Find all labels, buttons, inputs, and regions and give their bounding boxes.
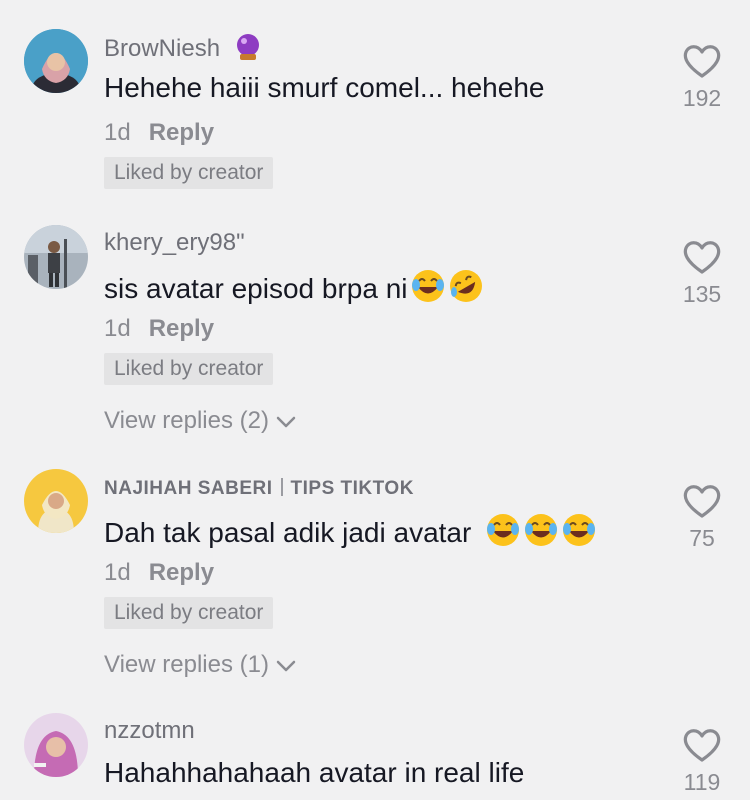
reply-button[interactable]: Reply [149, 559, 214, 586]
avatar-image [24, 225, 88, 289]
view-replies-button[interactable]: View replies (1) [104, 651, 297, 680]
face-with-tears-of-joy-icon [561, 512, 597, 555]
comment-text: Hahahhahahaah avatar in real life [104, 757, 525, 788]
face-with-tears-of-joy-icon [523, 512, 559, 555]
comment-text-content: Dah tak pasal adik jadi avatar [104, 517, 472, 548]
heart-icon [683, 485, 721, 518]
comment-username[interactable]: khery_ery98" [104, 229, 245, 257]
rolling-on-floor-laughing-icon [448, 268, 484, 311]
username-tag[interactable]: TIPS TIKTOK [291, 478, 414, 499]
like-button[interactable]: 75 [672, 483, 732, 552]
comment-text: Dah tak pasal adik jadi avatar [104, 512, 597, 555]
like-count: 75 [689, 525, 715, 551]
comment-time: 1d [104, 315, 131, 342]
like-button[interactable]: 135 [672, 239, 732, 308]
view-replies-button[interactable]: View replies (2) [104, 407, 297, 436]
liked-by-creator-badge: Liked by creator [104, 353, 274, 385]
reply-button[interactable]: Reply [149, 119, 214, 146]
avatar[interactable] [24, 713, 88, 777]
comment-meta: 1d Reply [104, 559, 214, 587]
like-button[interactable]: 119 [672, 727, 732, 796]
comment-time: 1d [104, 559, 131, 586]
comment-meta: 1d Reply [104, 119, 214, 147]
comment-username[interactable]: BrowNiesh [104, 32, 263, 69]
heart-icon [683, 241, 721, 274]
chevron-down-icon [275, 652, 297, 680]
like-button[interactable]: 192 [672, 43, 732, 112]
username-text[interactable]: BrowNiesh [104, 35, 220, 62]
heart-icon [683, 45, 721, 78]
username-text[interactable]: NAJIHAH SABERI [104, 478, 273, 499]
username-separator [280, 478, 283, 496]
face-with-tears-of-joy-icon [485, 512, 521, 555]
comment-text-content: sis avatar episod brpa ni [104, 273, 408, 304]
avatar[interactable] [24, 225, 88, 289]
avatar[interactable] [24, 29, 88, 93]
comment-meta: 1d Reply [104, 315, 214, 343]
heart-icon [683, 729, 721, 762]
avatar[interactable] [24, 469, 88, 533]
comment-text: Hehehe haiii smurf comel... hehehe [104, 72, 545, 103]
chevron-down-icon [275, 408, 297, 436]
comment-time: 1d [104, 119, 131, 146]
avatar-image [24, 469, 88, 533]
liked-by-creator-badge: Liked by creator [104, 157, 274, 189]
comment-username[interactable]: nzzotmn [104, 717, 195, 745]
reply-button[interactable]: Reply [149, 315, 214, 342]
comment-username[interactable]: NAJIHAH SABERI TIPS TIKTOK [104, 478, 414, 500]
like-count: 119 [683, 769, 721, 795]
like-count: 192 [682, 85, 722, 111]
face-with-tears-of-joy-icon [410, 268, 446, 311]
view-replies-label[interactable]: View replies (1) [104, 651, 269, 678]
liked-by-creator-badge: Liked by creator [104, 597, 274, 629]
avatar-image [24, 713, 88, 777]
crystal-ball-icon [233, 32, 263, 69]
like-count: 135 [682, 281, 722, 307]
view-replies-label[interactable]: View replies (2) [104, 407, 269, 434]
avatar-image [24, 29, 88, 93]
comment-text: sis avatar episod brpa ni [104, 268, 484, 311]
